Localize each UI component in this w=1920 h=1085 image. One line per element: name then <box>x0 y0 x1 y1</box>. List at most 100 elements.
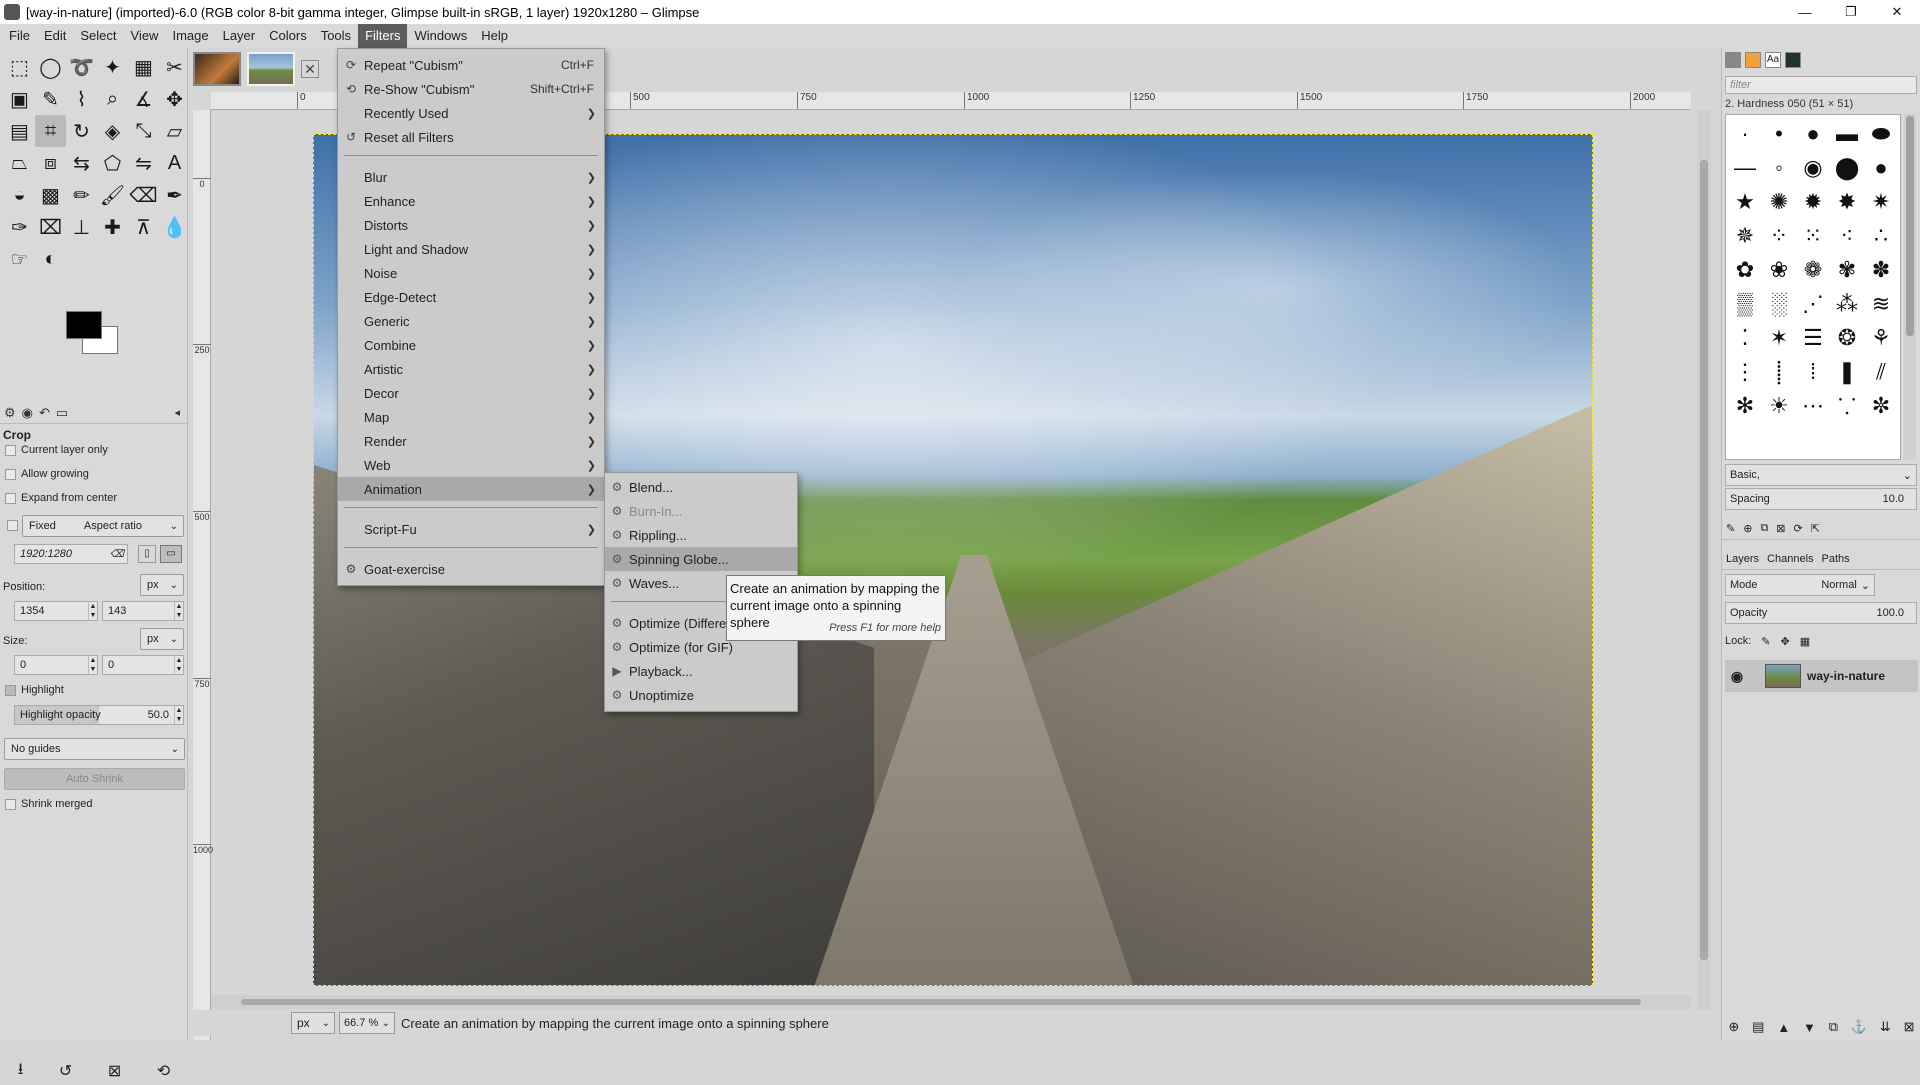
expand-from-center-checkbox[interactable] <box>5 492 16 504</box>
scroll-thumb[interactable] <box>1700 160 1708 960</box>
brush-thumbnail[interactable]: · <box>1728 117 1762 151</box>
blur-sharpen-tool-icon[interactable]: 💧 <box>159 211 190 243</box>
images-tab-icon[interactable]: ▭ <box>56 405 68 421</box>
tab-paths[interactable]: Paths <box>1822 553 1850 565</box>
layer-row[interactable]: ◉ way-in-nature <box>1725 660 1918 692</box>
menu-filters[interactable]: Filters <box>358 24 408 48</box>
brush-thumbnail[interactable]: ✵ <box>1728 219 1762 253</box>
decor-item[interactable]: Decor ❯ <box>338 381 604 405</box>
warp-transform-tool-icon[interactable]: ⇆ <box>66 147 97 179</box>
brush-thumbnail[interactable]: ● <box>1796 117 1830 151</box>
brush-thumbnail[interactable]: ▒ <box>1728 287 1762 321</box>
zoom-combo[interactable]: 66.7 % ⌄ <box>339 1012 395 1034</box>
unit-combo[interactable]: px ⌄ <box>291 1012 335 1034</box>
perspective-tool-icon[interactable]: ⏢ <box>4 147 35 179</box>
lock-alpha-icon[interactable]: ▦ <box>1800 635 1810 648</box>
edge-detect-item[interactable]: Edge-Detect ❯ <box>338 285 604 309</box>
layer-mode-combo[interactable]: Mode Normal ⌄ <box>1725 574 1875 596</box>
scroll-thumb[interactable] <box>241 999 1641 1005</box>
script-fu-item[interactable]: Script-Fu ❯ <box>338 517 604 541</box>
brush-thumbnail[interactable]: ☀ <box>1762 389 1796 423</box>
paths-tool-icon[interactable]: ✎ <box>35 83 66 115</box>
brush-thumbnail[interactable]: ⁞ <box>1796 355 1830 389</box>
current-layer-only-option[interactable]: Current layer only <box>5 444 108 456</box>
close-button[interactable]: ✕ <box>1874 0 1920 24</box>
brush-thumbnail[interactable]: ⬤ <box>1830 151 1864 185</box>
reset-all-filters-item[interactable]: ↺ Reset all Filters <box>338 125 604 149</box>
brush-thumbnail[interactable]: ✿ <box>1728 253 1762 287</box>
brush-thumbnail[interactable]: ✹ <box>1796 185 1830 219</box>
menu-select[interactable]: Select <box>73 24 123 48</box>
move-tool-icon[interactable]: ✥ <box>159 83 190 115</box>
expand-from-center-option[interactable]: Expand from center <box>5 492 117 504</box>
new-layer-group-icon[interactable]: ▤ <box>1752 1019 1764 1035</box>
generic-item[interactable]: Generic ❯ <box>338 309 604 333</box>
brush-thumbnail[interactable]: ✼ <box>1864 389 1898 423</box>
crop-tool-icon[interactable]: ⌗ <box>35 115 66 147</box>
lock-pixels-icon[interactable]: ✎ <box>1761 635 1770 648</box>
shrink-merged-option[interactable]: Shrink merged <box>5 798 93 810</box>
layer-opacity-slider[interactable]: Opacity 100.0 <box>1725 602 1917 624</box>
brush-thumbnail[interactable]: ✶ <box>1762 321 1796 355</box>
size-unit-combo[interactable]: px ⌄ <box>140 628 184 650</box>
brush-thumbnail[interactable]: ✻ <box>1728 389 1762 423</box>
map-item[interactable]: Map ❯ <box>338 405 604 429</box>
brush-thumbnail[interactable]: ● <box>1864 151 1898 185</box>
gradient-tool-icon[interactable]: ▩ <box>35 179 66 211</box>
spin-arrows-icon[interactable]: ▲ ▼ <box>88 602 97 620</box>
shrink-merged-checkbox[interactable] <box>5 798 16 810</box>
duplicate-layer-icon[interactable]: ⧉ <box>1829 1019 1838 1035</box>
animation-item[interactable]: Animation ❯ <box>338 477 604 501</box>
zoom-tool-icon[interactable]: ⌕ <box>97 83 128 115</box>
brush-thumbnail[interactable]: ✽ <box>1864 253 1898 287</box>
position-y-input[interactable]: 143 ▲ ▼ <box>102 601 184 621</box>
brush-thumbnail[interactable]: ⁘ <box>1762 219 1796 253</box>
artistic-item[interactable]: Artistic ❯ <box>338 357 604 381</box>
reset-options-icon[interactable]: ⟲ <box>157 1061 170 1081</box>
tool-options-tab-icon[interactable]: ⚙ <box>4 405 16 421</box>
scroll-thumb[interactable] <box>1906 116 1914 336</box>
anchor-layer-icon[interactable]: ⚓ <box>1851 1019 1867 1035</box>
brush-thumbnail[interactable]: ⬬ <box>1864 117 1898 151</box>
brush-thumbnail[interactable]: ✺ <box>1762 185 1796 219</box>
brush-thumbnail[interactable]: ⋯ <box>1796 389 1830 423</box>
image-tab-thumbnail-active[interactable] <box>247 52 295 86</box>
recently-used-item[interactable]: Recently Used ❯ <box>338 101 604 125</box>
foreground-select-tool-icon[interactable]: ▣ <box>4 83 35 115</box>
fixed-checkbox[interactable] <box>7 520 18 531</box>
rippling-item[interactable]: ⚙ Rippling... <box>605 523 797 547</box>
eye-icon[interactable]: ◉ <box>1725 668 1749 685</box>
brush-thumbnail[interactable]: ⁙ <box>1796 219 1830 253</box>
menu-windows[interactable]: Windows <box>407 24 474 48</box>
brush-thumbnail[interactable]: ⋮ <box>1728 355 1762 389</box>
align-tool-icon[interactable]: ▤ <box>4 115 35 147</box>
spin-arrows-icon[interactable]: ▲ ▼ <box>174 602 183 620</box>
brush-thumbnail[interactable]: ⋰ <box>1796 287 1830 321</box>
close-tab-icon[interactable]: ✕ <box>301 60 319 78</box>
brush-thumbnail[interactable]: ❀ <box>1762 253 1796 287</box>
highlight-option[interactable]: Highlight <box>5 684 64 696</box>
brush-thumbnail[interactable]: ★ <box>1728 185 1762 219</box>
brushes-tab-icon[interactable] <box>1725 52 1741 68</box>
new-layer-icon[interactable]: ⊕ <box>1728 1019 1739 1035</box>
menu-edit[interactable]: Edit <box>37 24 73 48</box>
brush-thumbnail[interactable]: ⁂ <box>1830 287 1864 321</box>
save-options-icon[interactable]: ⭳ <box>18 1058 24 1085</box>
merge-layer-icon[interactable]: ⇊ <box>1880 1019 1891 1035</box>
brush-thumbnail[interactable]: ⸪ <box>1830 389 1864 423</box>
unified-transform-tool-icon[interactable]: ◈ <box>97 115 128 147</box>
device-status-tab-icon[interactable]: ◉ <box>22 405 33 421</box>
tab-layers[interactable]: Layers <box>1726 553 1759 565</box>
bucket-fill-tool-icon[interactable]: ◒ <box>4 179 35 211</box>
brush-thumbnail[interactable]: ☰ <box>1796 321 1830 355</box>
image-tab-thumbnail[interactable] <box>193 52 241 86</box>
rect-select-tool-icon[interactable]: ⬚ <box>4 51 35 83</box>
unoptimize-item[interactable]: ⚙ Unoptimize <box>605 683 797 707</box>
fixed-aspect-combo[interactable]: Fixed Aspect ratio ⌄ <box>22 515 184 537</box>
ink-tool-icon[interactable]: ✑ <box>4 211 35 243</box>
shear-tool-icon[interactable]: ▱ <box>159 115 190 147</box>
new-brush-icon[interactable]: ⊕ <box>1743 522 1752 535</box>
brush-thumbnail[interactable]: ⁚ <box>1728 321 1762 355</box>
spinning-globe-item[interactable]: ⚙ Spinning Globe... <box>605 547 797 571</box>
brush-scrollbar[interactable] <box>1904 114 1916 460</box>
